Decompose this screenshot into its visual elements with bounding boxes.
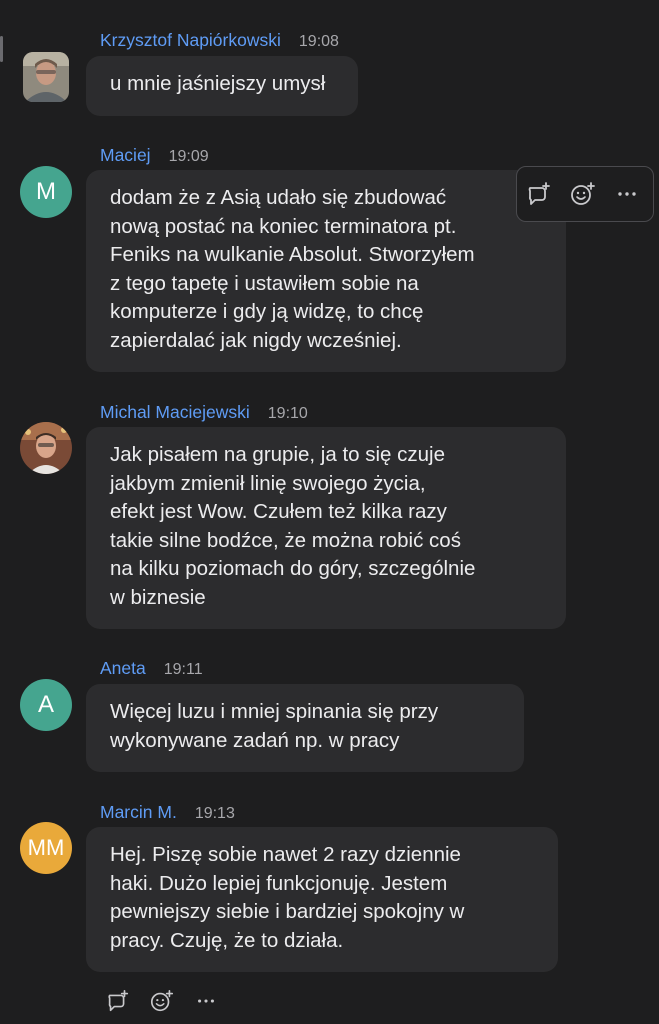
author-name[interactable]: Maciej — [100, 145, 151, 166]
message-bubble[interactable]: Hej. Piszę sobie nawet 2 razy dziennie h… — [86, 827, 558, 972]
more-options-icon — [198, 999, 214, 1003]
message-actions-toolbar — [516, 166, 654, 222]
message-text: komputerze i gdy ją widzę, to chcę — [110, 300, 424, 323]
message-text: w biznesie — [110, 585, 206, 609]
avatar[interactable] — [20, 422, 72, 474]
message-text: jakbym zmienił linię swojego życia, — [110, 471, 426, 495]
user-photo-icon — [20, 422, 72, 474]
timestamp[interactable]: 19:13 — [195, 805, 235, 823]
message-text: zapierdalać jak nigdy wcześniej. — [110, 328, 402, 352]
author-name[interactable]: Aneta — [100, 658, 146, 679]
message-text: pracy. Czuję, że to działa. — [110, 928, 344, 952]
message-text: takie silne bodźce, że można robić coś — [110, 528, 461, 552]
add-reaction-button[interactable] — [561, 174, 605, 214]
message-bubble[interactable]: Jak pisałem na grupie, ja to się czuje j… — [86, 427, 566, 629]
timestamp[interactable]: 19:09 — [169, 148, 209, 166]
avatar-initials: M — [36, 178, 56, 205]
more-options-button[interactable] — [188, 985, 224, 1017]
author-name[interactable]: Marcin M. — [100, 802, 177, 823]
message-text: wykonywane zadań np. w pracy — [110, 728, 400, 752]
author-name[interactable]: Krzysztof Napiórkowski — [100, 30, 281, 51]
message-bubble[interactable]: Więcej luzu i mniej spinania się przy wy… — [86, 684, 524, 772]
message-text: efekt jest Wow. Czułem też kilka razy — [110, 500, 447, 523]
chat-thread: Krzysztof Napiórkowski 19:08 u mnie jaśn… — [0, 0, 659, 1024]
reply-in-thread-icon — [108, 989, 129, 1012]
add-reaction-icon — [150, 989, 174, 1012]
message-bubble[interactable]: dodam że z Asią udało się zbudować nową … — [86, 170, 566, 372]
message-text: dodam że z Asią udało się zbudować — [110, 186, 447, 209]
avatar[interactable]: M — [20, 166, 72, 218]
timestamp[interactable]: 19:10 — [268, 405, 308, 423]
reply-in-thread-button[interactable] — [517, 174, 561, 214]
message-text: pewniejszy siebie i bardziej spokojny w — [110, 900, 465, 923]
message-text: z tego tapetę i ustawiłem sobie na — [110, 271, 419, 295]
avatar-initials: A — [37, 691, 54, 718]
message-text: Hej. Piszę sobie nawet 2 razy dziennie — [110, 843, 461, 866]
more-options-button[interactable] — [605, 174, 649, 214]
message-text: Więcej luzu i mniej spinania się przy — [110, 700, 439, 723]
thread-actions-row — [100, 985, 224, 1017]
avatar[interactable] — [23, 52, 69, 102]
avatar-initials: MM — [27, 835, 65, 860]
user-photo-icon — [23, 52, 69, 102]
message-text: Feniks na wulkanie Absolut. Stworzyłem — [110, 243, 475, 266]
message-text: Jak pisałem na grupie, ja to się czuje — [110, 443, 446, 466]
reply-in-thread-button[interactable] — [100, 985, 136, 1017]
message-bubble[interactable]: u mnie jaśniejszy umysł — [86, 56, 358, 116]
reply-in-thread-icon — [528, 182, 550, 205]
timestamp[interactable]: 19:11 — [164, 661, 203, 679]
add-reaction-icon — [571, 182, 595, 205]
avatar[interactable]: A — [20, 679, 72, 731]
message-text: u mnie jaśniejszy umysł — [110, 72, 326, 95]
add-reaction-button[interactable] — [144, 985, 180, 1017]
message-text: nową postać na koniec terminatora pt. — [110, 214, 457, 238]
author-name[interactable]: Michal Maciejewski — [100, 402, 250, 423]
scroll-indicator[interactable] — [0, 36, 3, 62]
message-text: haki. Dużo lepiej funkcjonuję. Jestem — [110, 871, 448, 895]
more-options-icon — [618, 192, 636, 196]
timestamp[interactable]: 19:08 — [299, 33, 339, 51]
message-text: na kilku poziomach do góry, szczególnie — [110, 557, 476, 580]
avatar[interactable]: MM — [20, 822, 72, 874]
